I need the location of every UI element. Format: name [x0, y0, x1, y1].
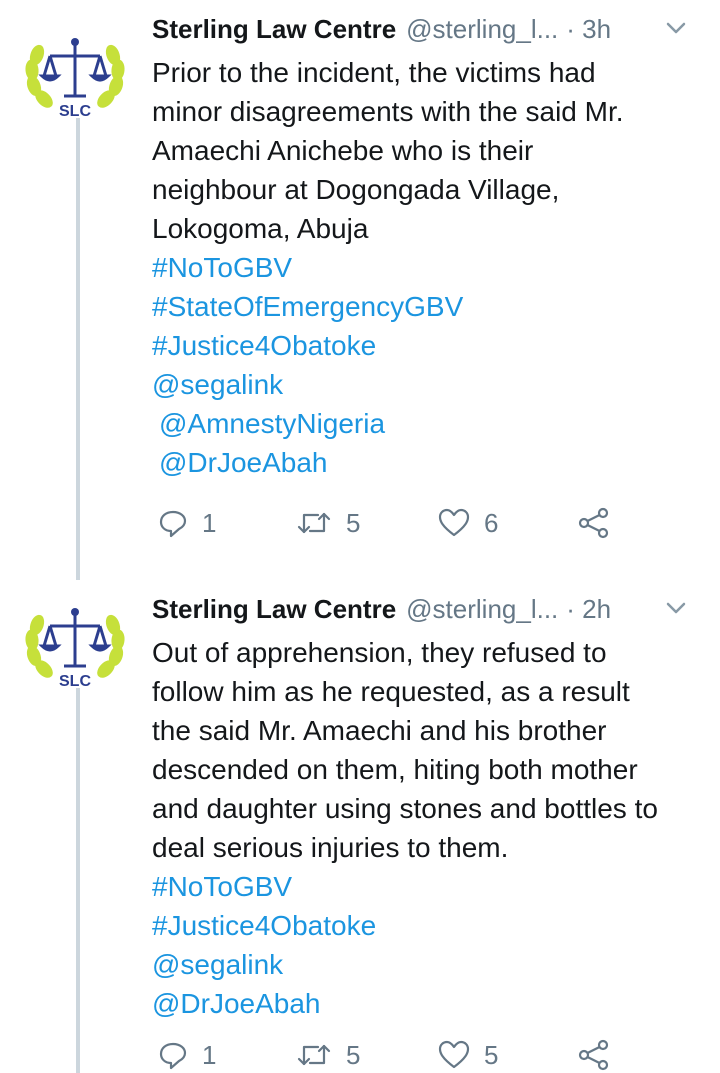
- author-name[interactable]: Sterling Law Centre: [152, 14, 396, 45]
- reply-count: 1: [202, 1039, 217, 1070]
- thread-line: [76, 688, 80, 1073]
- reply-button[interactable]: 1: [158, 1035, 216, 1073]
- chevron-down-icon[interactable]: [662, 594, 690, 622]
- tweet-line: Out of apprehension, they refused to: [152, 637, 607, 668]
- mention-link[interactable]: @segalink: [152, 945, 712, 984]
- thread-line: [76, 118, 80, 580]
- retweet-count: 5: [346, 1039, 361, 1070]
- retweet-button[interactable]: 5: [296, 1035, 360, 1073]
- share-icon: [578, 507, 609, 539]
- reply-count: 1: [202, 507, 217, 538]
- tweet-actions: 1 5 6: [158, 503, 628, 543]
- reply-button[interactable]: 1: [158, 503, 216, 543]
- scales-of-justice-logo: SLC: [25, 608, 125, 690]
- author-handle[interactable]: @sterling_l...: [406, 14, 558, 45]
- tweet-line: minor disagreements with the said Mr.: [152, 96, 624, 127]
- share-button[interactable]: [578, 503, 610, 543]
- tweet-header: Sterling Law Centre @sterling_l... · 2h: [152, 590, 700, 628]
- hashtag-link[interactable]: #NoToGBV: [152, 248, 712, 287]
- reply-icon: [159, 1042, 187, 1070]
- like-count: 5: [484, 1039, 499, 1070]
- hashtag-link[interactable]: #Justice4Obatoke: [152, 906, 712, 945]
- tweet-text: Prior to the incident, the victims had m…: [152, 53, 712, 482]
- like-icon: [438, 508, 470, 537]
- tweet-line: descended on them, hiting both mother: [152, 754, 638, 785]
- tweet-line: the said Mr. Amaechi and his brother: [152, 715, 607, 746]
- mention-link[interactable]: @DrJoeAbah: [152, 984, 712, 1023]
- like-button[interactable]: 6: [438, 503, 498, 543]
- hashtag-link[interactable]: #StateOfEmergencyGBV: [152, 287, 712, 326]
- share-icon: [578, 1039, 609, 1071]
- like-button[interactable]: 5: [438, 1035, 498, 1073]
- tweet-actions: 1 5 5: [158, 1035, 628, 1073]
- retweet-button[interactable]: 5: [296, 503, 360, 543]
- retweet-icon: [297, 512, 331, 534]
- like-count: 6: [484, 507, 499, 538]
- tweet-line: deal serious injuries to them.: [152, 832, 509, 863]
- tweet-line: Prior to the incident, the victims had: [152, 57, 596, 88]
- avatar[interactable]: SLC: [20, 26, 130, 136]
- like-icon: [438, 1040, 470, 1069]
- tweet[interactable]: SLC Sterling Law Centre @sterling_l... ·…: [0, 580, 720, 1073]
- tweet-line: Lokogoma, Abuja: [152, 213, 369, 244]
- tweet-text: Out of apprehension, they refused to fol…: [152, 633, 712, 1023]
- retweet-count: 5: [346, 507, 361, 538]
- timestamp[interactable]: · 3h: [566, 14, 611, 45]
- tweet-line: and daughter using stones and bottles to: [152, 793, 658, 824]
- share-button[interactable]: [578, 1035, 610, 1073]
- hashtag-link[interactable]: #NoToGBV: [152, 867, 712, 906]
- tweet-line: follow him as he requested, as a result: [152, 676, 630, 707]
- tweet-line: neighbour at Dogongada Village,: [152, 174, 560, 205]
- chevron-down-icon[interactable]: [662, 14, 690, 42]
- author-handle[interactable]: @sterling_l...: [406, 594, 558, 625]
- avatar[interactable]: SLC: [20, 596, 130, 706]
- tweet-header: Sterling Law Centre @sterling_l... · 3h: [152, 10, 700, 48]
- retweet-icon: [297, 1044, 331, 1066]
- tweet-line: Amaechi Anichebe who is their: [152, 135, 534, 166]
- mention-link[interactable]: @AmnestyNigeria: [152, 404, 712, 443]
- mention-link[interactable]: @segalink: [152, 365, 712, 404]
- mention-link[interactable]: @DrJoeAbah: [152, 443, 712, 482]
- scales-of-justice-logo: SLC: [25, 38, 125, 120]
- tweet[interactable]: SLC Sterling Law Centre @sterling_l... ·…: [0, 0, 720, 580]
- hashtag-link[interactable]: #Justice4Obatoke: [152, 326, 712, 365]
- reply-icon: [159, 510, 187, 538]
- timestamp[interactable]: · 2h: [566, 594, 611, 625]
- author-name[interactable]: Sterling Law Centre: [152, 594, 396, 625]
